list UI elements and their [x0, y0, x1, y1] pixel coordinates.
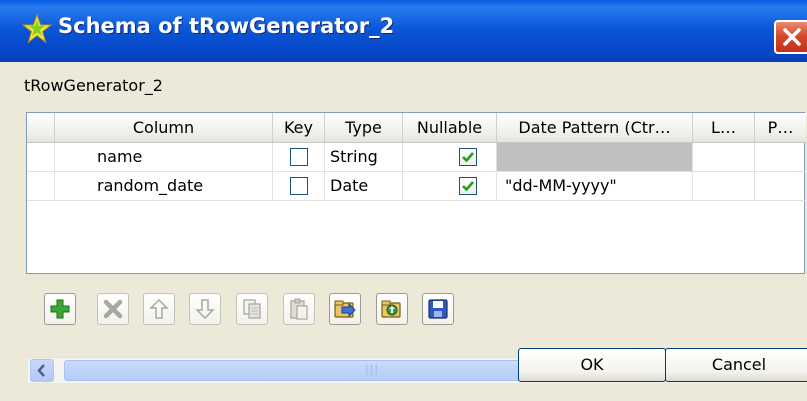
length-cell[interactable] [693, 172, 755, 200]
date-pattern-cell[interactable] [497, 143, 693, 171]
schema-table: Column Key Type Nullable Date Pattern (C… [26, 112, 806, 383]
add-icon [50, 299, 70, 319]
delete-icon [103, 299, 123, 319]
close-icon [783, 28, 801, 46]
key-checkbox[interactable] [290, 177, 308, 195]
header-nullable[interactable]: Nullable [403, 113, 497, 142]
save-icon [428, 299, 448, 319]
type-cell[interactable]: Date [325, 172, 403, 200]
key-cell[interactable] [273, 143, 325, 171]
row-selector[interactable] [27, 143, 55, 171]
scroll-grip: ||| [365, 362, 380, 375]
key-checkbox[interactable] [290, 148, 308, 166]
save-button[interactable] [422, 293, 454, 325]
component-name-label: tRowGenerator_2 [24, 76, 163, 95]
copy-button[interactable] [236, 293, 268, 325]
nullable-cell[interactable] [403, 172, 497, 200]
move-up-button[interactable] [143, 293, 175, 325]
copy-icon [243, 299, 261, 319]
import-button[interactable] [329, 293, 361, 325]
header-type[interactable]: Type [325, 113, 403, 142]
nullable-checkbox[interactable] [459, 177, 477, 195]
check-icon [462, 181, 474, 192]
type-cell[interactable]: String [325, 143, 403, 171]
export-icon [381, 300, 401, 318]
ok-button[interactable]: OK [518, 348, 666, 382]
move-down-button[interactable] [189, 293, 221, 325]
import-icon [334, 300, 356, 318]
move-up-icon [149, 298, 169, 319]
table-row[interactable]: name String [27, 143, 806, 172]
column-name-cell[interactable]: name [55, 143, 273, 171]
scroll-left-button[interactable] [30, 359, 54, 382]
star-icon [21, 13, 53, 44]
table-header: Column Key Type Nullable Date Pattern (C… [27, 113, 806, 143]
length-cell[interactable] [693, 143, 755, 171]
nullable-checkbox[interactable] [459, 148, 477, 166]
header-date-pattern[interactable]: Date Pattern (Ctr… [497, 113, 693, 142]
header-row-selector [27, 113, 55, 142]
delete-button[interactable] [97, 293, 129, 325]
move-down-icon [195, 299, 215, 320]
column-name-cell[interactable]: random_date [55, 172, 273, 200]
precision-cell[interactable] [755, 172, 806, 200]
paste-button[interactable] [283, 293, 315, 325]
nullable-cell[interactable] [403, 143, 497, 171]
cancel-button[interactable]: Cancel [665, 348, 807, 382]
date-pattern-cell[interactable]: "dd-MM-yyyy" [497, 172, 693, 200]
title-bar: Schema of tRowGenerator_2 [0, 0, 807, 62]
table-row[interactable]: random_date Date "dd-MM-yyyy" [27, 172, 806, 201]
key-cell[interactable] [273, 172, 325, 200]
arrow-left-icon [37, 364, 45, 377]
export-button[interactable] [376, 293, 408, 325]
header-length[interactable]: L… [693, 113, 755, 142]
add-button[interactable] [44, 293, 76, 325]
header-key[interactable]: Key [273, 113, 325, 142]
precision-cell[interactable] [755, 143, 806, 171]
check-icon [462, 152, 474, 163]
row-selector[interactable] [27, 172, 55, 200]
close-button[interactable] [774, 20, 807, 54]
paste-icon [290, 298, 308, 320]
window-title: Schema of tRowGenerator_2 [58, 14, 395, 38]
header-column[interactable]: Column [55, 113, 273, 142]
header-precision[interactable]: P… [755, 113, 806, 142]
